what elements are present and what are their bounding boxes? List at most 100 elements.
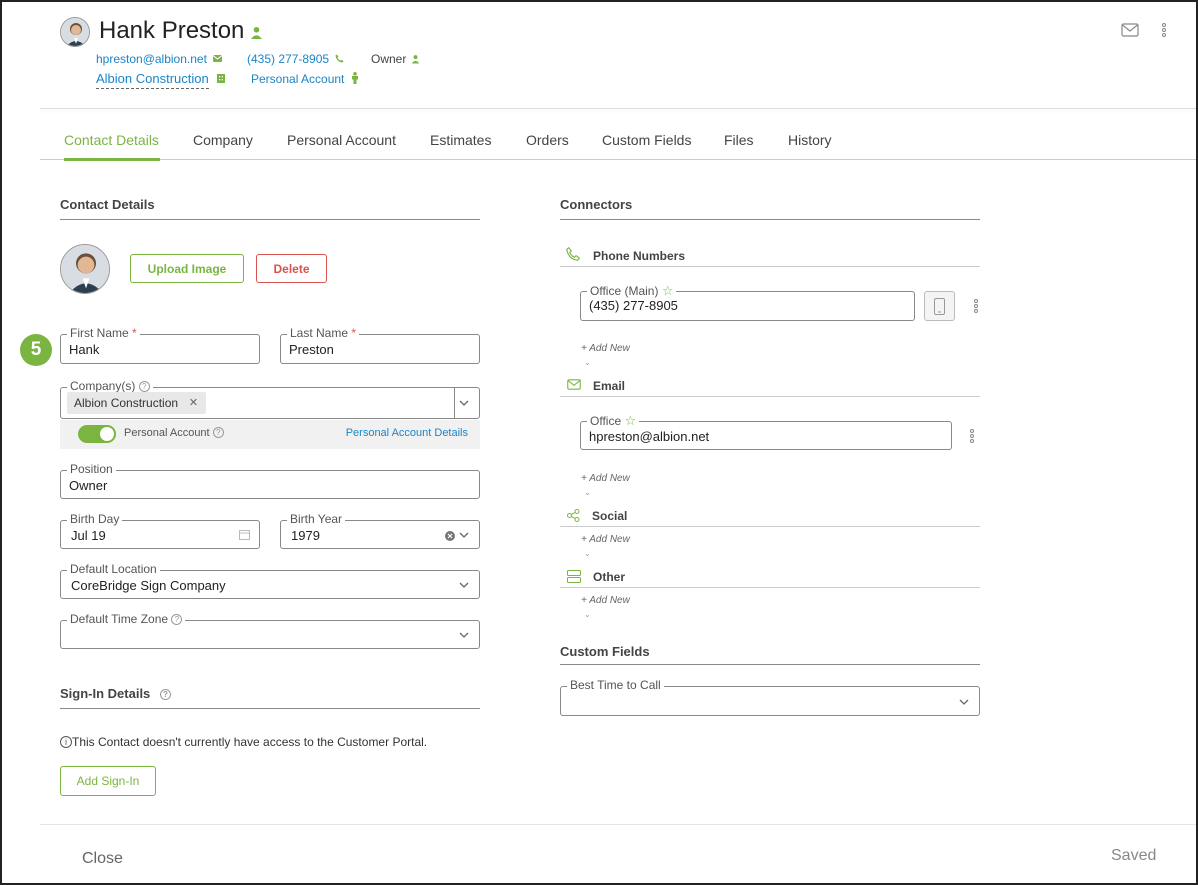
last-name-value: Preston xyxy=(289,342,334,357)
step-badge: 5 xyxy=(20,334,52,366)
other-heading: Other xyxy=(593,570,626,584)
office-email-field[interactable]: Office ☆ hpreston@albion.net xyxy=(580,413,952,450)
header-email-link[interactable]: hpreston@albion.net xyxy=(96,52,207,66)
add-phone-link[interactable]: + Add New xyxy=(581,343,630,354)
best-time-to-call-field[interactable]: Best Time to Call xyxy=(560,678,980,716)
custom-fields-divider xyxy=(560,664,980,665)
first-name-label: First Name * xyxy=(67,326,140,340)
delete-image-button[interactable]: Delete xyxy=(256,254,327,283)
connectors-divider xyxy=(560,219,980,220)
tab-history[interactable]: History xyxy=(788,132,832,148)
email-more-icon[interactable] xyxy=(970,429,974,444)
tab-bar: Contact Details Company Personal Account… xyxy=(40,122,1196,161)
chevron-down-icon[interactable] xyxy=(457,578,471,592)
chevron-down-icon[interactable]: ⌄ xyxy=(584,358,591,367)
header-more-icon[interactable] xyxy=(1162,23,1166,38)
default-location-value: CoreBridge Sign Company xyxy=(71,578,226,593)
add-sign-in-button[interactable]: Add Sign-In xyxy=(60,766,156,796)
add-email-link[interactable]: + Add New xyxy=(581,473,630,484)
default-time-zone-label: Default Time Zone ? xyxy=(67,612,186,626)
first-name-value: Hank xyxy=(69,342,100,357)
add-other-link[interactable]: + Add New xyxy=(581,595,630,606)
help-icon: ? xyxy=(159,689,171,700)
add-social-link[interactable]: + Add New xyxy=(581,534,630,545)
last-name-label: Last Name * xyxy=(287,326,360,340)
star-icon[interactable]: ☆ xyxy=(662,283,674,298)
birth-day-value: Jul 19 xyxy=(71,528,106,543)
companies-label: Company(s) ? xyxy=(67,379,153,393)
chevron-down-icon[interactable]: ⌄ xyxy=(584,549,591,558)
tab-files[interactable]: Files xyxy=(724,132,754,148)
envelope-icon xyxy=(213,55,222,62)
companies-field[interactable]: Company(s) ? Albion Construction ✕ xyxy=(60,379,480,419)
mobile-toggle-button[interactable] xyxy=(924,291,955,321)
birth-day-field[interactable]: Birth Day Jul 19 xyxy=(60,512,260,549)
personal-account-toggle-label: Personal Account ? xyxy=(124,427,224,439)
first-name-field[interactable]: First Name * Hank xyxy=(60,326,260,364)
header-phone-link[interactable]: (435) 277-8905 xyxy=(247,52,329,66)
server-icon xyxy=(567,570,581,583)
help-icon: ? xyxy=(212,427,224,438)
chevron-down-icon[interactable] xyxy=(457,528,471,542)
chevron-down-icon[interactable]: ⌄ xyxy=(584,610,591,619)
phone-numbers-divider xyxy=(560,266,980,267)
office-email-label: Office ☆ xyxy=(587,413,640,429)
email-outline-icon xyxy=(567,379,581,390)
office-phone-label: Office (Main) ☆ xyxy=(587,283,677,299)
birth-year-value: 1979 xyxy=(291,528,320,543)
companies-dropdown-divider xyxy=(454,388,455,418)
contact-details-heading: Contact Details xyxy=(60,197,155,212)
share-icon xyxy=(567,509,580,522)
personal-account-details-link[interactable]: Personal Account Details xyxy=(346,427,468,439)
person-icon xyxy=(251,26,262,39)
tab-contact-details[interactable]: Contact Details xyxy=(64,132,159,148)
info-icon: i xyxy=(60,736,72,748)
person-avatar-icon xyxy=(61,18,89,46)
default-location-field[interactable]: Default Location CoreBridge Sign Company xyxy=(60,562,480,599)
tab-company[interactable]: Company xyxy=(193,132,253,148)
social-divider xyxy=(560,526,980,527)
header-avatar xyxy=(60,17,90,47)
office-phone-value: (435) 277-8905 xyxy=(589,298,678,313)
close-button[interactable]: Close xyxy=(82,850,123,868)
chevron-down-icon[interactable] xyxy=(457,396,471,410)
star-icon[interactable]: ☆ xyxy=(624,413,636,428)
upload-image-button[interactable]: Upload Image xyxy=(130,254,244,283)
birth-year-field[interactable]: Birth Year 1979 xyxy=(280,512,480,549)
tab-personal-account[interactable]: Personal Account xyxy=(287,132,396,148)
tab-custom-fields[interactable]: Custom Fields xyxy=(602,132,691,148)
save-status: Saved xyxy=(1111,847,1157,864)
office-phone-field[interactable]: Office (Main) ☆ (435) 277-8905 xyxy=(580,283,915,321)
chevron-down-icon[interactable]: ⌄ xyxy=(584,488,591,497)
personal-account-toggle[interactable] xyxy=(78,425,116,443)
email-divider xyxy=(560,396,980,397)
signin-divider xyxy=(60,708,480,709)
best-time-to-call-label: Best Time to Call xyxy=(567,678,664,692)
other-divider xyxy=(560,587,980,588)
calendar-icon[interactable] xyxy=(239,529,250,540)
email-heading: Email xyxy=(593,379,626,393)
position-field[interactable]: Position Owner xyxy=(60,462,480,499)
header-company-link[interactable]: Albion Construction xyxy=(96,71,209,89)
last-name-field[interactable]: Last Name * Preston xyxy=(280,326,480,364)
mail-icon xyxy=(1121,22,1139,37)
mail-button[interactable] xyxy=(1120,22,1140,40)
default-location-label: Default Location xyxy=(67,562,160,576)
social-heading: Social xyxy=(592,509,628,523)
active-tab-indicator xyxy=(64,158,160,161)
remove-chip-icon[interactable]: ✕ xyxy=(189,392,198,414)
chevron-down-icon[interactable] xyxy=(457,628,471,642)
tab-orders[interactable]: Orders xyxy=(526,132,569,148)
birth-year-label: Birth Year xyxy=(287,512,346,526)
header-personal-account-link[interactable]: Personal Account xyxy=(251,72,344,86)
contact-modal: Hank Preston hpreston@albion.net (435) 2… xyxy=(0,0,1198,885)
clear-icon[interactable] xyxy=(445,531,455,541)
tab-estimates[interactable]: Estimates xyxy=(430,132,491,148)
default-time-zone-field[interactable]: Default Time Zone ? xyxy=(60,612,480,649)
standing-person-icon xyxy=(352,72,358,84)
signin-message: i This Contact doesn't currently have acc… xyxy=(60,735,427,749)
chevron-down-icon[interactable] xyxy=(957,695,971,709)
phone-more-icon[interactable] xyxy=(974,299,978,314)
position-value: Owner xyxy=(69,478,108,493)
signin-heading: Sign-In Details ? xyxy=(60,686,171,701)
